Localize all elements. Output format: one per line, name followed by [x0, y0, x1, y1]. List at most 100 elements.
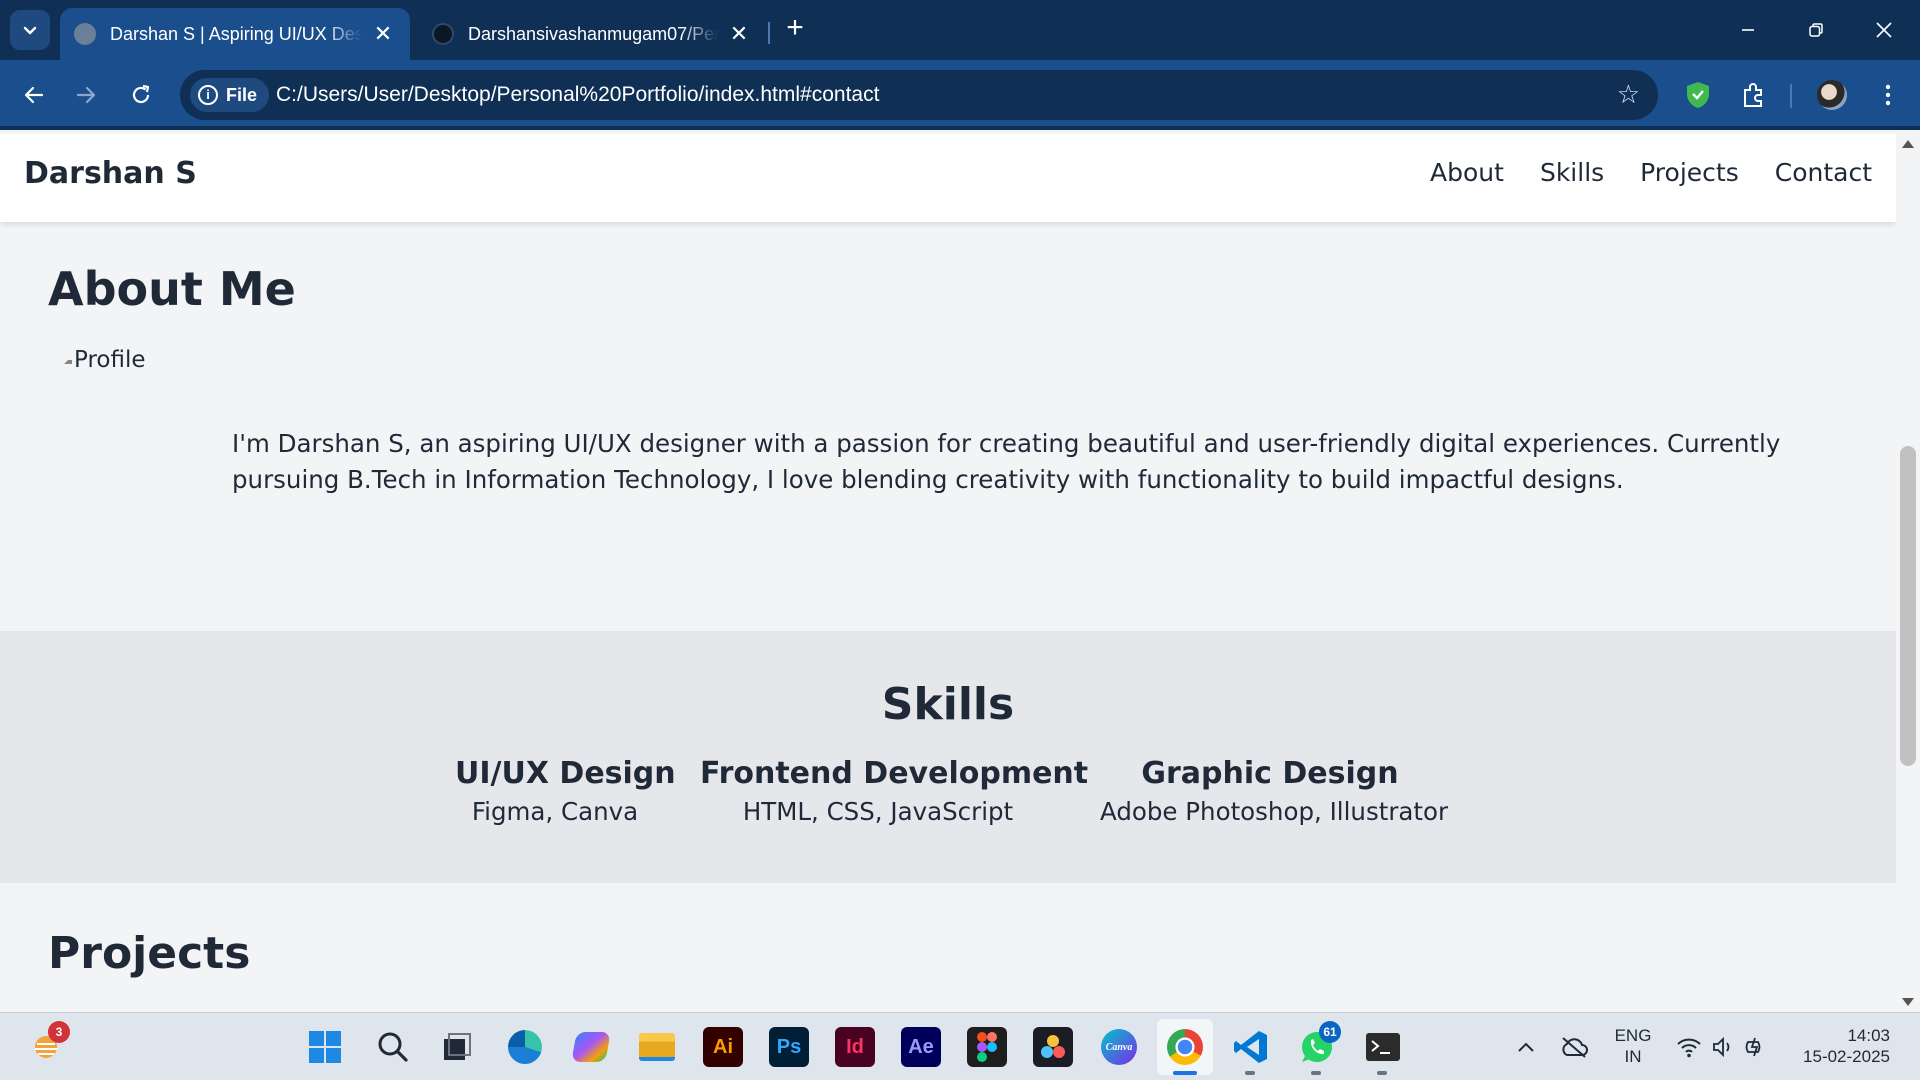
weather-widget[interactable]: 3 — [26, 1021, 70, 1067]
wifi-icon — [1677, 1038, 1701, 1058]
tab-title: Darshansivashanmugam07/Personal-Portfoli… — [468, 23, 718, 44]
taskbar-app-terminal[interactable] — [1363, 1027, 1403, 1067]
taskbar-app-indesign[interactable]: Id — [835, 1027, 875, 1067]
skill-card: Graphic Design Adobe Photoshop, Illustra… — [1100, 756, 1449, 826]
taskbar-app-after-effects[interactable]: Ae — [901, 1027, 941, 1067]
tab-github[interactable]: Darshansivashanmugam07/Personal-Portfoli… — [418, 8, 766, 60]
taskbar-app-whatsapp[interactable]: 61 — [1297, 1021, 1341, 1067]
more-vertical-icon — [1885, 84, 1891, 106]
taskbar-app-copilot[interactable] — [571, 1027, 611, 1067]
puzzle-icon — [1744, 83, 1762, 107]
clock[interactable]: 14:03 15-02-2025 — [1790, 1025, 1890, 1067]
skill-name: Graphic Design — [1141, 756, 1399, 791]
about-heading: About Me — [48, 262, 296, 316]
cloud-off-icon — [1562, 1037, 1588, 1058]
illustrator-icon: Ai — [713, 1035, 733, 1058]
figma-icon — [977, 1032, 997, 1062]
profile-button[interactable] — [1812, 75, 1852, 115]
bookmark-star-icon[interactable]: ☆ — [1617, 80, 1640, 110]
show-hidden-icons-button[interactable] — [1506, 1027, 1546, 1067]
globe-icon — [74, 23, 96, 45]
onedrive-status[interactable] — [1554, 1027, 1594, 1067]
extension-shield[interactable] — [1678, 75, 1718, 115]
taskbar-search-button[interactable] — [373, 1027, 413, 1067]
scroll-up-arrow-icon[interactable] — [1902, 140, 1914, 148]
scrollbar-thumb[interactable] — [1900, 446, 1916, 766]
taskbar-app-canva[interactable]: Canva — [1099, 1027, 1139, 1067]
url-text[interactable]: C:/Users/User/Desktop/Personal%20Portfol… — [276, 83, 879, 107]
taskbar-app-figma[interactable] — [967, 1027, 1007, 1067]
reload-button[interactable] — [121, 75, 161, 115]
shield-icon — [1687, 82, 1709, 108]
taskbar-app-davinci-resolve[interactable] — [1033, 1027, 1073, 1067]
after-effects-icon: Ae — [908, 1035, 934, 1058]
restore-button[interactable] — [1788, 10, 1844, 50]
unread-badge: 61 — [1319, 1021, 1341, 1043]
chrome-icon — [1167, 1029, 1203, 1065]
skill-tools: Figma, Canva — [471, 797, 639, 826]
toolbar-separator — [1790, 84, 1792, 108]
avatar — [1817, 80, 1847, 110]
close-window-button[interactable] — [1856, 10, 1912, 50]
reload-icon — [132, 84, 150, 104]
site-info-label: File — [226, 84, 258, 105]
tab-search-button[interactable] — [10, 10, 50, 50]
taskbar-app-chrome[interactable] — [1157, 1019, 1213, 1075]
nav-link-skills[interactable]: Skills — [1540, 158, 1604, 187]
close-icon[interactable]: ✕ — [370, 21, 396, 47]
nav-link-contact[interactable]: Contact — [1775, 158, 1872, 187]
taskbar-app-edge[interactable] — [505, 1027, 545, 1067]
taskbar-app-vscode[interactable] — [1231, 1027, 1271, 1067]
search-icon — [378, 1032, 408, 1062]
clock-date: 15-02-2025 — [1803, 1047, 1890, 1066]
about-text: I'm Darshan S, an aspiring UI/UX designe… — [232, 429, 1781, 494]
tab-title: Darshan S | Aspiring UI/UX Designer — [110, 23, 362, 44]
site-info-chip[interactable]: i File — [190, 78, 270, 112]
skills-heading: Skills — [881, 679, 1015, 730]
taskbar-app-file-explorer[interactable] — [637, 1027, 677, 1067]
site-nav: About Skills Projects Contact — [1430, 158, 1872, 187]
running-app-indicator — [1311, 1071, 1321, 1075]
scroll-down-arrow-icon[interactable] — [1902, 998, 1914, 1006]
minimize-button[interactable] — [1720, 10, 1776, 50]
nav-link-about[interactable]: About — [1430, 158, 1504, 187]
language-indicator[interactable]: ENG IN — [1608, 1025, 1658, 1067]
new-tab-button[interactable]: + — [780, 13, 810, 44]
active-app-indicator — [1173, 1071, 1197, 1075]
start-button[interactable] — [305, 1027, 345, 1067]
copilot-icon — [571, 1032, 611, 1062]
quick-settings-button[interactable] — [1668, 1027, 1778, 1067]
menu-button[interactable] — [1868, 75, 1908, 115]
arrow-right-icon — [76, 86, 96, 104]
forward-button[interactable] — [66, 75, 106, 115]
github-icon — [432, 23, 454, 45]
projects-heading: Projects — [48, 928, 251, 979]
skill-tools: Adobe Photoshop, Illustrator — [1100, 797, 1449, 826]
browser-toolbar: i File C:/Users/User/Desktop/Personal%20… — [0, 60, 1920, 130]
folder-icon — [639, 1033, 675, 1061]
vscode-icon — [1234, 1031, 1267, 1063]
edge-icon — [508, 1030, 542, 1064]
taskbar-app-illustrator[interactable]: Ai — [703, 1027, 743, 1067]
terminal-icon — [1366, 1033, 1400, 1061]
nav-link-projects[interactable]: Projects — [1640, 158, 1739, 187]
site-brand[interactable]: Darshan S — [24, 156, 197, 191]
extensions-button[interactable] — [1734, 75, 1774, 115]
close-icon[interactable]: ✕ — [726, 21, 752, 47]
back-button[interactable] — [14, 75, 54, 115]
chevron-down-icon — [23, 26, 37, 35]
arrow-left-icon — [24, 86, 44, 104]
taskbar-app-photoshop[interactable]: Ps — [769, 1027, 809, 1067]
address-bar[interactable]: i File C:/Users/User/Desktop/Personal%20… — [180, 70, 1658, 120]
language-label: ENG — [1614, 1026, 1652, 1045]
skills-section: Skills UI/UX Design Figma, Canva Fronten… — [0, 631, 1896, 883]
task-view-icon — [444, 1033, 471, 1060]
page-scrollbar[interactable] — [1896, 134, 1920, 1012]
restore-icon — [1809, 23, 1823, 37]
task-view-button[interactable] — [437, 1027, 477, 1067]
region-label: IN — [1624, 1047, 1642, 1066]
volume-icon — [1713, 1036, 1730, 1058]
clock-time: 14:03 — [1847, 1026, 1890, 1045]
tab-portfolio[interactable]: Darshan S | Aspiring UI/UX Designer ✕ — [60, 8, 410, 60]
notification-badge: 3 — [48, 1021, 70, 1043]
